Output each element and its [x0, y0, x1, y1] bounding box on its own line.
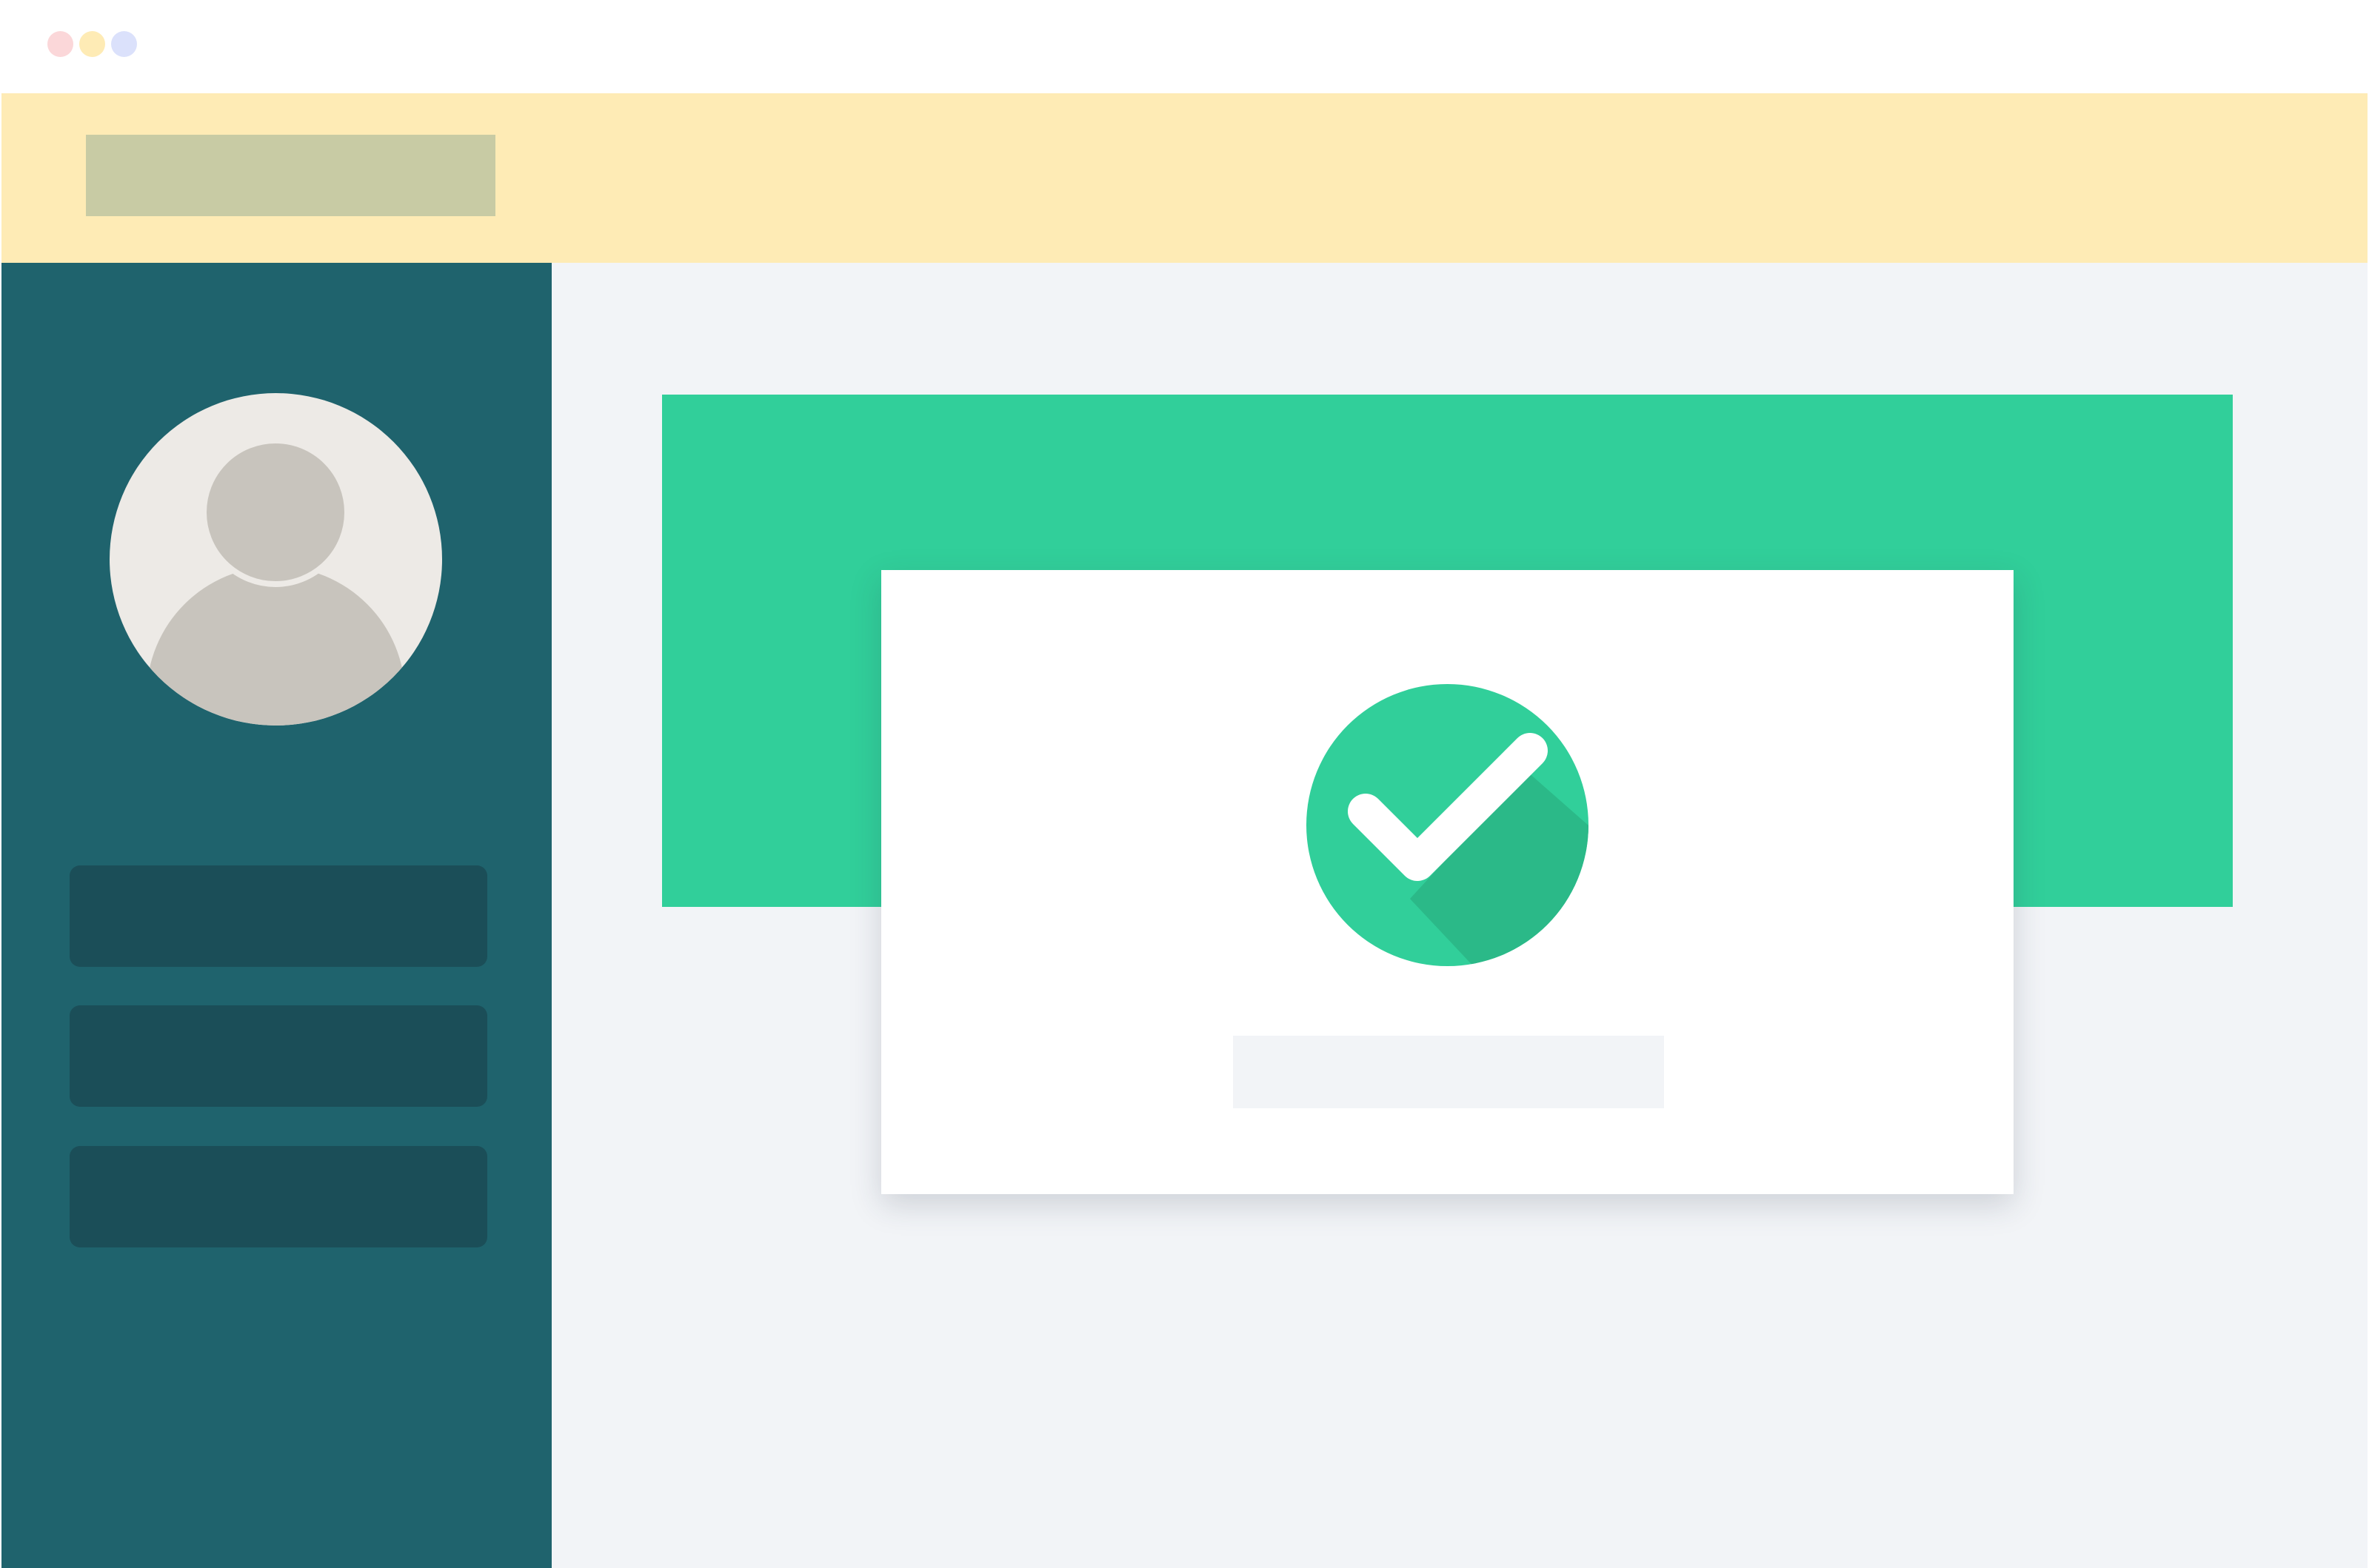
user-avatar-icon[interactable] — [110, 393, 442, 726]
app-window — [0, 0, 2369, 1568]
window-titlebar — [0, 0, 2369, 93]
sidebar-item-3[interactable] — [70, 1146, 487, 1247]
message-placeholder — [1233, 1036, 1664, 1108]
logo-placeholder[interactable] — [86, 135, 495, 216]
avatar-head-shape — [201, 438, 350, 587]
window-minimize-button[interactable] — [79, 31, 105, 57]
sidebar-item-1[interactable] — [70, 865, 487, 967]
window-maximize-button[interactable] — [111, 31, 137, 57]
success-dialog — [881, 570, 2014, 1194]
main-content — [552, 263, 2368, 1568]
sidebar — [1, 263, 552, 1568]
sidebar-item-2[interactable] — [70, 1005, 487, 1107]
app-header — [1, 93, 2368, 263]
window-close-button[interactable] — [47, 31, 73, 57]
check-circle-icon — [1306, 684, 1588, 966]
avatar-body-shape — [147, 566, 405, 726]
